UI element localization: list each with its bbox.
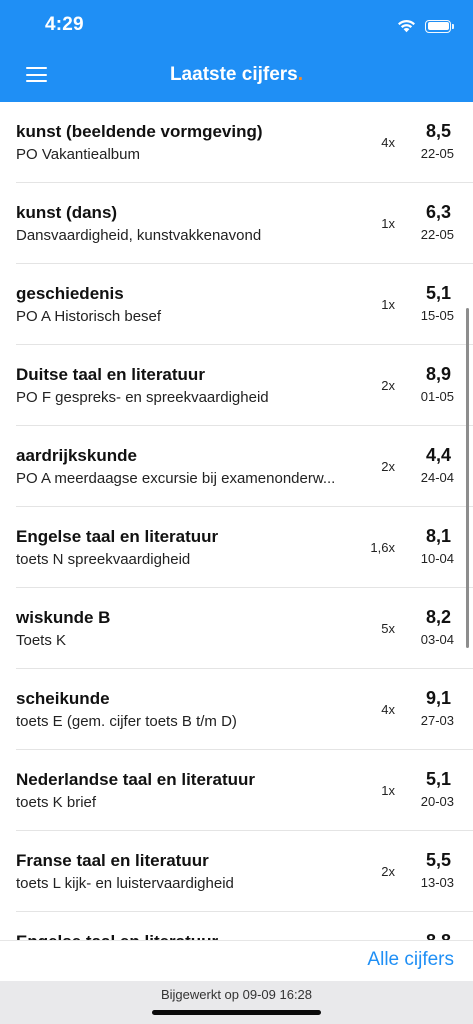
grade-subject: Engelse taal en literatuur — [16, 527, 219, 546]
grade-description: PO F gespreks- en spreekvaardigheid — [16, 389, 269, 406]
status-icons — [397, 16, 454, 36]
battery-icon — [425, 19, 454, 33]
grade-weight: 4x — [381, 135, 395, 150]
grade-weight: 1,6x — [370, 540, 395, 555]
scrollbar[interactable] — [466, 308, 469, 648]
grade-row[interactable]: Engelse taal en literatuur toets N spree… — [0, 507, 473, 588]
grade-value: 5,1 — [425, 769, 451, 789]
grade-row[interactable]: aardrijkskunde PO A meerdaagse excursie … — [0, 426, 473, 507]
grade-description: PO A Historisch besef — [16, 308, 162, 325]
grade-date: 22-05 — [420, 146, 454, 161]
grade-row[interactable]: Franse taal en literatuur toets L kijk- … — [0, 831, 473, 912]
grade-description: toets K brief — [16, 794, 97, 811]
grade-weight: 2x — [381, 459, 395, 474]
grade-value: 5,1 — [425, 283, 451, 303]
grade-value: 4,4 — [425, 445, 451, 465]
grade-date: 01-05 — [420, 389, 454, 404]
grade-date: 13-03 — [420, 875, 454, 890]
grade-value: 8,9 — [425, 364, 451, 384]
grade-description: toets N spreekvaardigheid — [16, 551, 191, 568]
grade-subject: Engelse taal en literatuur — [16, 932, 361, 940]
all-grades-link[interactable]: Alle cijfers — [367, 949, 454, 971]
grade-weight: 5x — [381, 621, 395, 636]
grade-value: 8,2 — [425, 607, 451, 627]
page-title-text: Laatste cijfers — [169, 64, 298, 85]
grade-value: 8,1 — [425, 526, 451, 546]
grade-date: 10-04 — [420, 551, 454, 566]
title-dot: . — [297, 64, 304, 85]
grade-weight: 1x — [381, 783, 395, 798]
grade-date: 03-04 — [420, 632, 454, 647]
grade-value: 8,5 — [425, 121, 451, 141]
grade-subject: Nederlandse taal en literatuur — [16, 770, 256, 789]
grade-row[interactable]: Engelse taal en literatuur 8,8 — [0, 912, 473, 940]
grade-row[interactable]: wiskunde B Toets K 5x 8,2 03-04 — [0, 588, 473, 669]
grade-row[interactable]: kunst (beeldende vormgeving) PO Vakantie… — [0, 102, 473, 183]
grade-subject: scheikunde — [16, 689, 110, 708]
home-indicator[interactable] — [152, 1010, 321, 1015]
grade-description: toets L kijk- en luistervaardigheid — [16, 875, 234, 892]
footer-link-bar: Alle cijfers — [0, 940, 473, 981]
grade-date: 20-03 — [420, 794, 454, 809]
grade-row[interactable]: geschiedenis PO A Historisch besef 1x 5,… — [0, 264, 473, 345]
grade-date: 15-05 — [420, 308, 454, 323]
grade-subject: kunst (dans) — [16, 203, 118, 222]
grade-date: 27-03 — [420, 713, 454, 728]
grade-description: toets E (gem. cijfer toets B t/m D) — [16, 713, 237, 730]
grade-weight: 1x — [381, 297, 395, 312]
grade-description: PO Vakantiealbum — [16, 146, 140, 163]
grade-description: Toets K — [16, 632, 67, 649]
grade-value: 8,8 — [426, 931, 451, 940]
grade-weight: 1x — [381, 216, 395, 231]
grade-subject: Franse taal en literatuur — [16, 851, 209, 870]
app-header: 4:29 Laatste cijfers. — [0, 0, 473, 102]
grade-subject: aardrijkskunde — [16, 446, 137, 465]
grades-list[interactable]: kunst (beeldende vormgeving) PO Vakantie… — [0, 102, 473, 940]
grade-subject: kunst (beeldende vormgeving) — [16, 122, 263, 141]
grade-subject: wiskunde B — [16, 608, 111, 627]
grade-description: PO A meerdaagse excursie bij examenonder… — [16, 470, 336, 487]
grade-row[interactable]: Nederlandse taal en literatuur toets K b… — [0, 750, 473, 831]
grade-weight: 2x — [381, 864, 395, 879]
screen: 4:29 Laatste cijfers. kunst (beeldende v… — [0, 0, 473, 1024]
status-time: 4:29 — [45, 14, 84, 35]
updated-bar: Bijgewerkt op 09-09 16:28 — [0, 981, 473, 1024]
grade-subject: Duitse taal en literatuur — [16, 365, 205, 384]
grade-value: 5,5 — [425, 850, 451, 870]
grade-row[interactable]: scheikunde toets E (gem. cijfer toets B … — [0, 669, 473, 750]
grade-description: Dansvaardigheid, kunstvakkenavond — [16, 227, 262, 244]
grade-subject: geschiedenis — [16, 284, 124, 303]
grade-value: 6,3 — [425, 202, 451, 222]
page-title: Laatste cijfers. — [0, 64, 473, 86]
grade-row[interactable]: Duitse taal en literatuur PO F gespreks-… — [0, 345, 473, 426]
grade-date: 22-05 — [420, 227, 454, 242]
wifi-icon — [397, 19, 416, 33]
grade-value: 9,1 — [425, 688, 451, 708]
grade-weight: 2x — [381, 378, 395, 393]
grade-row[interactable]: kunst (dans) Dansvaardigheid, kunstvakke… — [0, 183, 473, 264]
updated-timestamp: Bijgewerkt op 09-09 16:28 — [160, 987, 313, 1002]
grade-date: 24-04 — [420, 470, 454, 485]
grade-weight: 4x — [381, 702, 395, 717]
